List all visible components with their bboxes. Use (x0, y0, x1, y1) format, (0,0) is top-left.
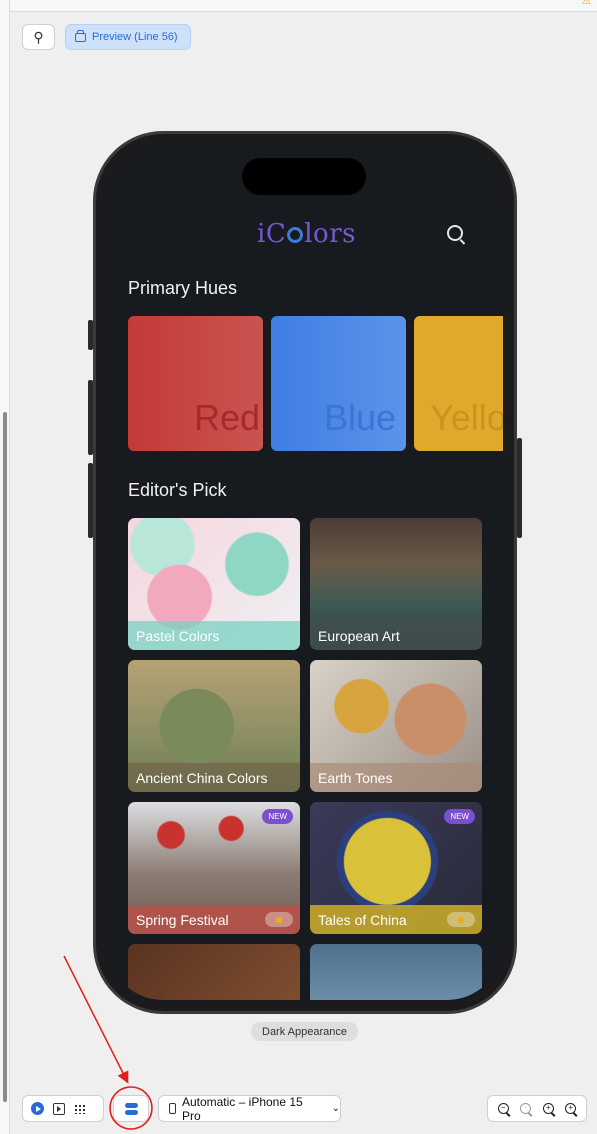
card-partial[interactable] (310, 944, 482, 1000)
volume-down-button (88, 463, 93, 538)
card-label: Earth Tones (318, 770, 393, 786)
card-tales-of-china[interactable]: NEW Tales of China (310, 802, 482, 934)
preview-icon (75, 29, 86, 42)
action-button (88, 320, 93, 350)
lock-icon (265, 912, 293, 927)
primary-hues-carousel[interactable]: Red Blue Yello (128, 316, 503, 451)
app-screen: iC lors Primary Hues Red Blue Yello Edito… (107, 145, 503, 1000)
volume-up-button (88, 380, 93, 455)
card-pastel-colors[interactable]: Pastel Colors (128, 518, 300, 650)
preview-line-button[interactable]: Preview (Line 56) (65, 24, 191, 50)
top-edge: ⚠ (10, 0, 597, 12)
lock-icon (447, 912, 475, 927)
device-label: Automatic – iPhone 15 Pro (181, 1094, 303, 1123)
pin-preview-button[interactable]: ⚲ (22, 24, 55, 50)
hue-card-blue[interactable]: Blue (271, 316, 406, 451)
live-preview-icon[interactable] (31, 1102, 44, 1115)
card-label: European Art (318, 628, 400, 644)
device-picker[interactable]: Automatic – iPhone 15 Pro ⌄ (158, 1094, 341, 1123)
search-icon[interactable] (447, 225, 463, 241)
card-label: Tales of China (318, 912, 407, 928)
zoom-actual-icon[interactable]: · (520, 1103, 532, 1114)
phone-icon (169, 1103, 176, 1114)
app-logo: iC lors (257, 219, 356, 249)
editors-pick-title: Editor's Pick (128, 480, 227, 500)
scrollbar[interactable] (3, 412, 7, 1102)
power-button (517, 438, 522, 538)
card-label: Pastel Colors (136, 628, 220, 644)
pin-icon: ⚲ (33, 28, 44, 45)
preview-label: Preview (Line 56) (92, 31, 178, 43)
selectable-mode-icon[interactable] (53, 1102, 65, 1115)
card-european-art[interactable]: European Art (310, 518, 482, 650)
card-label: Ancient China Colors (136, 770, 268, 786)
zoom-fit-icon[interactable]: + (542, 1103, 554, 1114)
warning-icon: ⚠ (582, 0, 591, 7)
variants-grid-icon[interactable] (74, 1103, 86, 1114)
left-panel-edge (0, 0, 10, 1134)
zoom-controls: − · + + (487, 1095, 587, 1122)
card-label: Spring Festival (136, 912, 229, 928)
zoom-out-icon[interactable]: − (497, 1103, 509, 1114)
card-spring-festival[interactable]: NEW Spring Festival (128, 802, 300, 934)
appearance-label: Dark Appearance (251, 1022, 358, 1041)
card-ancient-china-colors[interactable]: Ancient China Colors (128, 660, 300, 792)
hue-name: Yello (430, 397, 503, 438)
chevron-down-icon: ⌄ (331, 1103, 340, 1114)
hue-card-red[interactable]: Red (128, 316, 263, 451)
hue-card-yellow[interactable]: Yello (414, 316, 503, 451)
zoom-in-icon[interactable]: + (565, 1103, 577, 1114)
preview-mode-group (22, 1095, 104, 1122)
logo-ring-icon (287, 227, 304, 243)
hue-name: Blue (323, 397, 396, 438)
device-settings-button[interactable] (113, 1095, 149, 1122)
dynamic-island (242, 158, 366, 195)
card-earth-tones[interactable]: Earth Tones (310, 660, 482, 792)
toggles-icon (124, 1102, 138, 1115)
card-partial[interactable] (128, 944, 300, 1000)
hue-name: Red (193, 397, 260, 438)
primary-hues-title: Primary Hues (128, 278, 238, 298)
new-badge: NEW (262, 809, 293, 824)
new-badge: NEW (444, 809, 475, 824)
